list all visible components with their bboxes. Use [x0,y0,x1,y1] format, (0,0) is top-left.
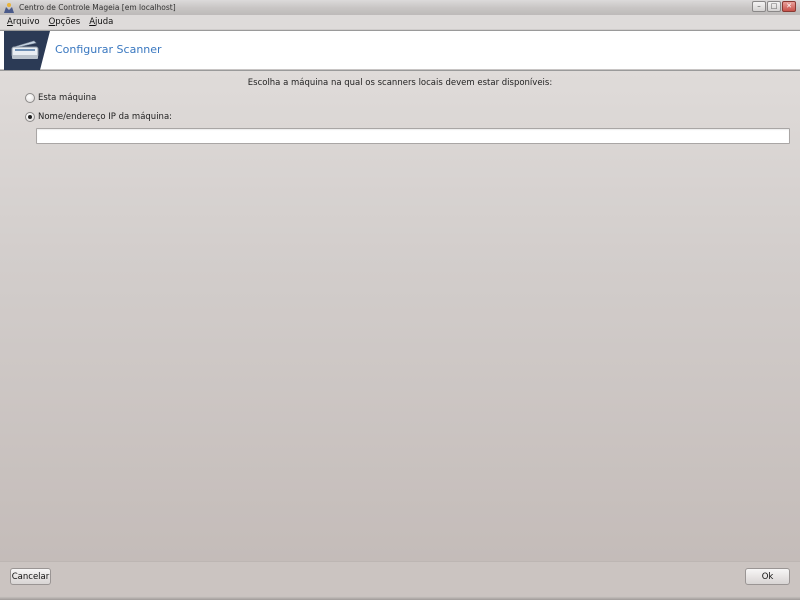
window-bottom-edge [0,596,800,600]
option-remote-machine[interactable]: Nome/endereço IP da máquina: [25,112,172,122]
dialog-footer: Cancelar Ok [0,561,800,600]
ok-button[interactable]: Ok [745,568,790,585]
mageia-app-icon [3,2,15,14]
page-title: Configurar Scanner [55,43,162,56]
radio-this-machine[interactable] [25,93,35,103]
scanner-icon [4,31,50,70]
option-this-machine[interactable]: Esta máquina [25,93,96,103]
menu-arquivo[interactable]: Arquivo [7,17,40,27]
menu-opcoes[interactable]: Opções [49,17,81,27]
window-title: Centro de Controle Mageia [em localhost] [19,3,176,12]
window-controls: – □ ✕ [752,1,796,12]
option-label: Nome/endereço IP da máquina: [38,112,173,122]
radio-selected-dot [28,115,32,119]
main-content: Escolha a máquina na qual os scanners lo… [0,71,800,561]
option-label: Esta máquina [38,93,97,103]
instruction-text: Escolha a máquina na qual os scanners lo… [247,78,553,88]
page-header: Configurar Scanner [0,31,800,70]
cancel-button[interactable]: Cancelar [10,568,51,585]
menu-ajuda[interactable]: Ajuda [89,17,113,27]
window-titlebar: Centro de Controle Mageia [em localhost]… [0,0,800,15]
maximize-button[interactable]: □ [767,1,781,12]
minimize-button[interactable]: – [752,1,766,12]
host-address-input[interactable] [36,128,790,144]
close-button[interactable]: ✕ [782,1,796,12]
radio-remote-machine[interactable] [25,112,35,122]
menubar: Arquivo Opções Ajuda [0,15,800,30]
